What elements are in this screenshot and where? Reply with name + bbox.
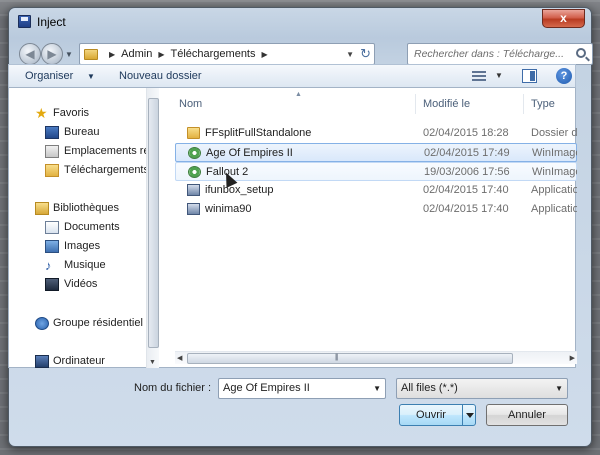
disc-image-icon — [188, 147, 201, 159]
file-name: winima90 — [205, 203, 252, 215]
star-icon: ★ — [35, 105, 48, 121]
cancel-button[interactable]: Annuler — [486, 404, 568, 426]
floppy-disk-icon — [18, 15, 31, 28]
table-row[interactable]: ifunbox_setup 02/04/2015 17:40 Applicati… — [175, 181, 577, 200]
help-icon[interactable]: ? — [556, 68, 572, 84]
sidebar-item-label: Groupe résidentiel — [53, 317, 143, 329]
folder-icon — [84, 48, 98, 60]
chevron-down-icon[interactable]: ▼ — [373, 384, 381, 393]
chevron-right-icon[interactable]: ▶ — [262, 50, 268, 59]
address-dropdown-icon[interactable]: ▼ — [346, 50, 354, 59]
file-type-filter[interactable]: All files (*.*) ▼ — [396, 378, 568, 399]
table-row[interactable]: Age Of Empires II 02/04/2015 17:49 WinIm… — [175, 143, 577, 162]
column-header-type[interactable]: Type — [531, 98, 555, 110]
filename-label: Nom du fichier : — [134, 382, 212, 394]
downloads-icon — [45, 164, 59, 177]
sidebar-item-label: Bureau — [64, 126, 100, 138]
breadcrumb-telechargements[interactable]: Téléchargements — [171, 48, 256, 60]
file-name: Age Of Empires II — [206, 147, 293, 159]
window-title: Inject — [37, 15, 66, 29]
sidebar-item-label: Images — [64, 240, 101, 252]
file-list-pane: ▲ Nom Modifié le Type FFsplitFullStandal… — [159, 88, 577, 368]
file-type: Application — [531, 203, 577, 215]
sidebar-item-label: Ordinateur — [53, 355, 105, 367]
chevron-right-icon[interactable]: ▶ — [158, 50, 164, 59]
desktop-icon — [45, 126, 59, 139]
sidebar-item-label: Documents — [64, 221, 120, 233]
file-date: 02/04/2015 17:40 — [423, 184, 509, 196]
browser-panes: ★ Favoris Bureau Emplacements ré Télécha… — [8, 88, 577, 368]
places-icon — [45, 145, 59, 158]
organiser-button[interactable]: Organiser — [25, 70, 73, 82]
documents-icon — [45, 221, 59, 234]
filename-value: Age Of Empires II — [223, 382, 310, 394]
file-date: 02/04/2015 17:40 — [423, 203, 509, 215]
navigation-pane-scrollbar[interactable]: ▼ — [146, 88, 159, 368]
scrollbar-thumb[interactable] — [187, 353, 513, 364]
scroll-down-icon[interactable]: ▼ — [149, 359, 156, 366]
file-type: Dossier de fic — [531, 127, 577, 139]
file-name: FFsplitFullStandalone — [205, 127, 312, 139]
sidebar-item-label: Musique — [64, 259, 106, 271]
column-header-name[interactable]: Nom — [179, 98, 202, 110]
table-row[interactable]: FFsplitFullStandalone 02/04/2015 18:28 D… — [175, 124, 577, 143]
scrollbar-grip-icon: ||| — [335, 354, 339, 361]
view-dropdown-icon[interactable]: ▼ — [495, 71, 503, 80]
images-icon — [45, 240, 59, 253]
address-bar[interactable]: ▶ Admin ▶ Téléchargements ▶ ▼ ↻ — [79, 43, 375, 65]
search-input[interactable]: Rechercher dans : Télécharge... — [407, 43, 593, 65]
application-icon — [187, 184, 200, 196]
preview-pane-icon[interactable] — [522, 69, 537, 83]
application-icon — [187, 203, 200, 215]
column-divider[interactable] — [523, 94, 524, 114]
refresh-icon[interactable]: ↻ — [360, 46, 371, 62]
sidebar-item-label: Bibliothèques — [53, 202, 120, 214]
chevron-right-icon[interactable]: ▶ — [109, 50, 115, 59]
open-options-dropdown[interactable] — [462, 404, 476, 426]
scroll-right-icon[interactable]: ▶ — [570, 354, 575, 362]
new-folder-button[interactable]: Nouveau dossier — [119, 70, 202, 82]
file-name: ifunbox_setup — [205, 184, 274, 196]
table-row[interactable]: winima90 02/04/2015 17:40 Application — [175, 200, 577, 219]
sidebar-item-label: Emplacements ré — [64, 145, 150, 157]
open-button[interactable]: Ouvrir — [399, 404, 463, 426]
sidebar-item-label: Vidéos — [64, 278, 98, 290]
navigation-pane: ★ Favoris Bureau Emplacements ré Télécha… — [9, 88, 159, 368]
sidebar-item-label: Téléchargements — [64, 164, 149, 176]
change-view-icon[interactable] — [472, 71, 486, 82]
file-date: 02/04/2015 17:49 — [424, 147, 510, 159]
column-header-modified[interactable]: Modifié le — [423, 98, 470, 110]
filename-field[interactable]: Age Of Empires II ▼ — [218, 378, 386, 399]
forward-button[interactable]: ▶ — [41, 43, 63, 65]
videos-icon — [45, 278, 59, 291]
column-divider[interactable] — [415, 94, 416, 114]
music-icon: ♪ — [45, 258, 52, 273]
disc-image-icon — [188, 166, 201, 178]
scroll-left-icon[interactable]: ◀ — [177, 354, 182, 362]
close-button[interactable]: x — [542, 9, 585, 28]
breadcrumb-admin[interactable]: Admin — [121, 48, 152, 60]
filter-value: All files (*.*) — [401, 382, 458, 394]
homegroup-icon — [35, 317, 49, 330]
title-bar[interactable]: Inject x — [9, 8, 591, 36]
file-date: 19/03/2006 17:56 — [424, 166, 510, 178]
computer-icon — [35, 355, 49, 368]
folder-icon — [187, 127, 200, 139]
scrollbar-thumb[interactable] — [148, 98, 159, 348]
file-type: WinImage IS — [532, 166, 577, 178]
chevron-down-icon[interactable]: ▼ — [87, 72, 95, 81]
command-toolbar: Organiser ▼ Nouveau dossier ▼ ? — [8, 64, 576, 88]
chevron-down-icon[interactable]: ▼ — [555, 384, 563, 393]
file-type: Application — [531, 184, 577, 196]
sidebar-item-label: Favoris — [53, 107, 90, 119]
sort-ascending-icon: ▲ — [295, 91, 302, 98]
file-date: 02/04/2015 18:28 — [423, 127, 509, 139]
search-placeholder: Rechercher dans : Télécharge... — [414, 48, 564, 60]
search-icon[interactable] — [576, 48, 586, 58]
horizontal-scrollbar[interactable]: ◀ ||| ▶ — [175, 351, 577, 364]
file-type: WinImage IS — [532, 147, 577, 159]
back-button[interactable]: ◀ — [19, 43, 41, 65]
libraries-icon — [35, 202, 49, 215]
recent-locations-dropdown[interactable]: ▼ — [65, 50, 73, 59]
